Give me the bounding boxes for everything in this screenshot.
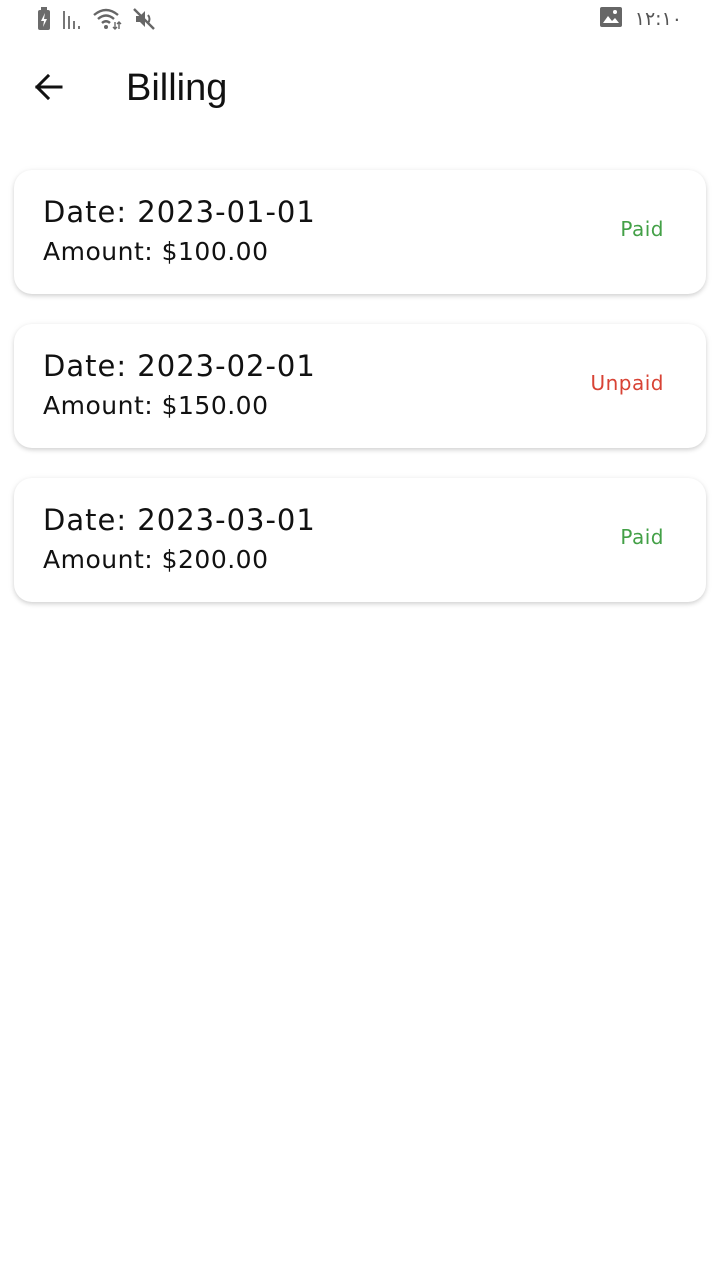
- arrow-back-icon: [33, 71, 65, 107]
- page-title: Billing: [126, 67, 228, 109]
- status-time: ١٢:١٠: [634, 8, 682, 30]
- battery-charging-icon: [36, 6, 52, 36]
- billing-amount: Amount: $150.00: [43, 391, 269, 420]
- billing-date: Date: 2023-01-01: [43, 195, 316, 229]
- image-icon: [599, 6, 623, 32]
- status-bar: ١٢:١٠: [0, 0, 720, 40]
- status-icons-left: [36, 6, 156, 36]
- billing-list: Date: 2023-01-01 Amount: $100.00 Paid Da…: [14, 170, 706, 632]
- wifi-icon: [92, 7, 122, 35]
- billing-date: Date: 2023-03-01: [43, 503, 316, 537]
- mute-icon: [132, 7, 156, 35]
- billing-card[interactable]: Date: 2023-01-01 Amount: $100.00 Paid: [14, 170, 706, 294]
- status-label: Unpaid: [590, 371, 664, 395]
- billing-date: Date: 2023-02-01: [43, 349, 316, 383]
- back-button[interactable]: [24, 64, 74, 114]
- app-bar: Billing: [0, 40, 720, 140]
- billing-card[interactable]: Date: 2023-02-01 Amount: $150.00 Unpaid: [14, 324, 706, 448]
- status-icons-right: ١٢:١٠: [599, 6, 682, 32]
- billing-amount: Amount: $100.00: [43, 237, 269, 266]
- signal-icon: [62, 7, 82, 35]
- billing-card[interactable]: Date: 2023-03-01 Amount: $200.00 Paid: [14, 478, 706, 602]
- status-label: Paid: [620, 525, 664, 549]
- billing-amount: Amount: $200.00: [43, 545, 269, 574]
- status-label: Paid: [620, 217, 664, 241]
